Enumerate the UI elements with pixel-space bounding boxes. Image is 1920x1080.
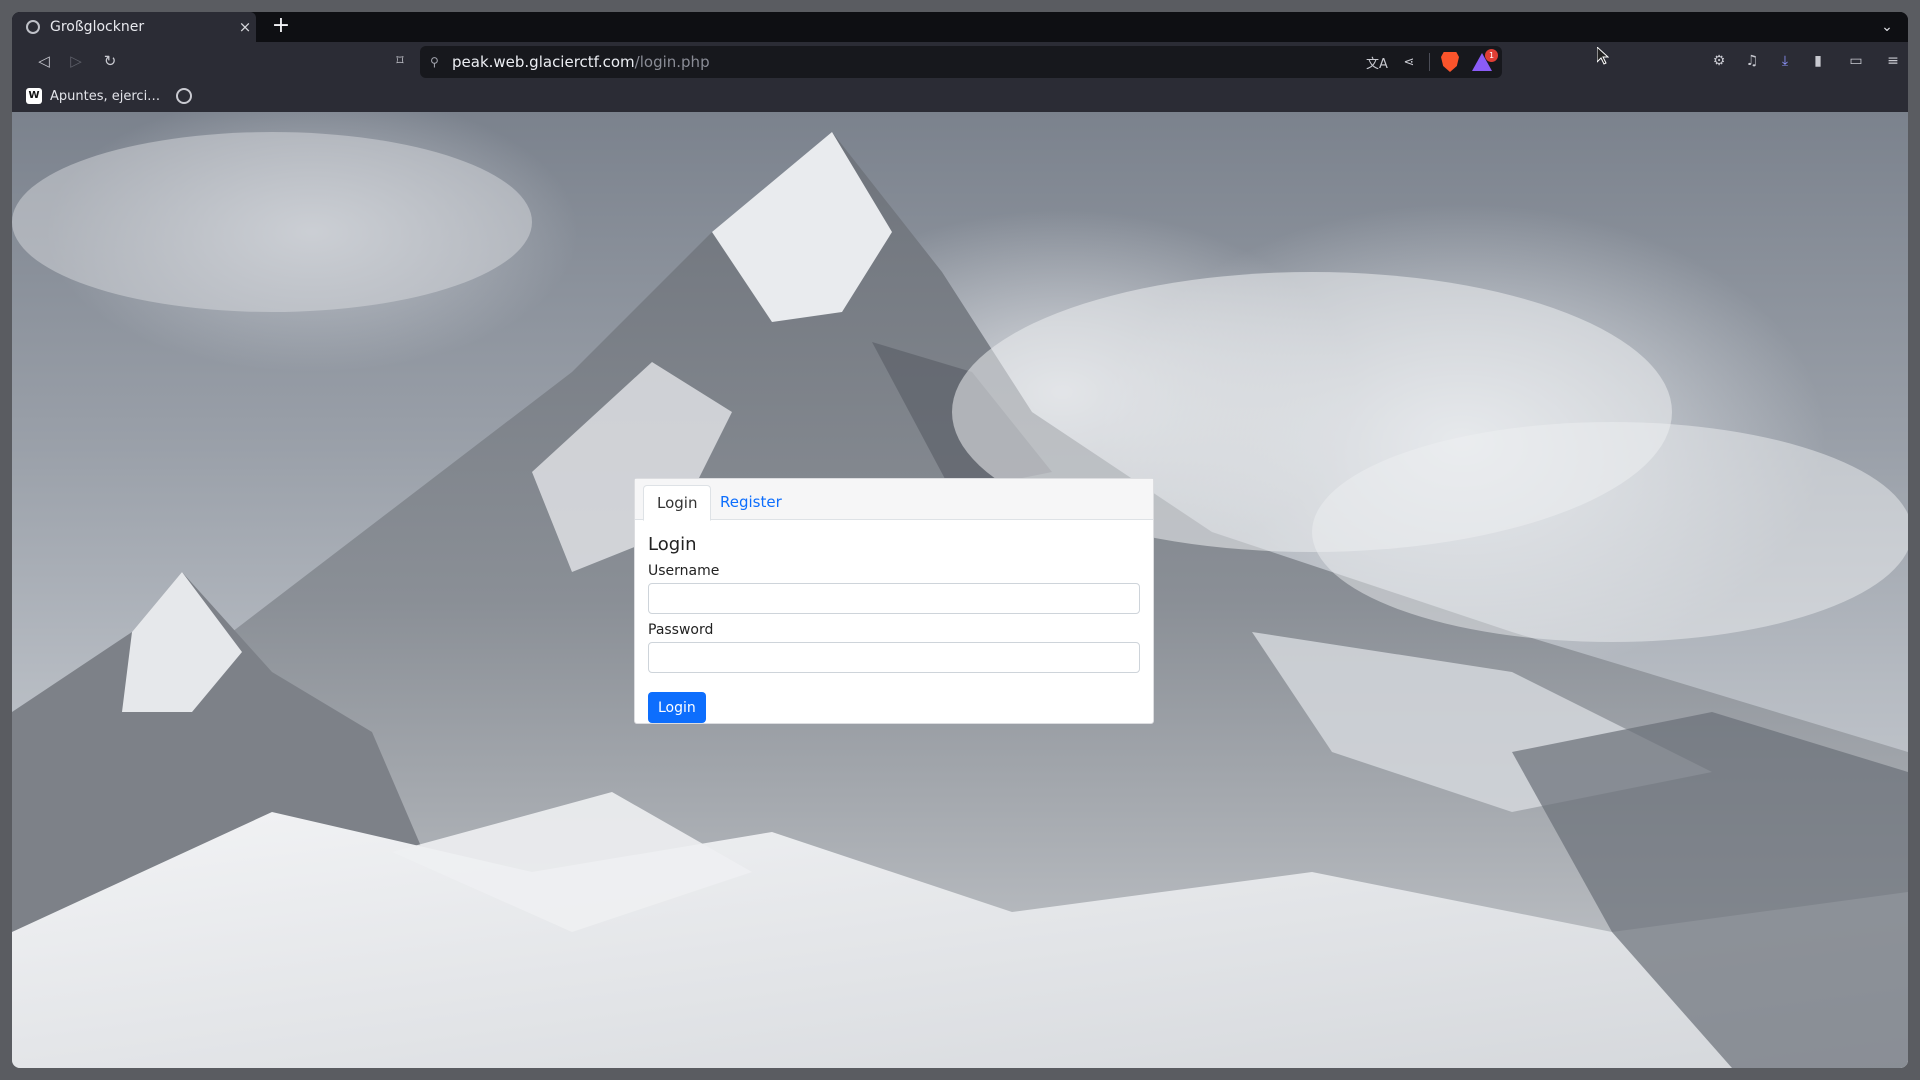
extensions-icon[interactable]: ⚙ xyxy=(1706,49,1732,73)
bookmark-page-icon[interactable]: ⌑ xyxy=(388,49,412,73)
close-tab-icon[interactable]: × xyxy=(234,18,256,36)
browser-tab[interactable]: Großglockner × xyxy=(12,12,256,42)
username-input[interactable] xyxy=(648,583,1140,614)
url-host: peak.web.glacierctf.com xyxy=(452,53,635,71)
password-input[interactable] xyxy=(648,642,1140,673)
brave-shields-icon[interactable] xyxy=(1441,52,1459,72)
tab-register[interactable]: Register xyxy=(707,485,795,521)
mouse-cursor-icon xyxy=(1597,47,1609,65)
download-icon[interactable]: ⤓ xyxy=(1772,49,1798,73)
bookmark-favicon: W xyxy=(26,88,42,104)
tab-list-icon[interactable]: ⌄ xyxy=(1876,16,1898,38)
forward-icon[interactable]: ▷ xyxy=(64,49,88,73)
bookmarks-bar: W Apuntes, ejerci… xyxy=(12,80,1908,112)
reload-icon[interactable]: ↻ xyxy=(98,49,122,73)
site-info-icon[interactable]: ⚲ xyxy=(430,55,452,69)
globe-icon[interactable] xyxy=(176,88,193,104)
auth-tabs: Login Register xyxy=(635,479,1153,521)
form-heading: Login xyxy=(648,534,697,555)
share-icon[interactable]: ⋖ xyxy=(1393,55,1425,70)
tab-title: Großglockner xyxy=(50,19,145,35)
separator xyxy=(1429,53,1430,71)
menu-icon[interactable]: ≡ xyxy=(1880,49,1906,73)
password-label: Password xyxy=(648,622,714,638)
bookmark-item[interactable]: W Apuntes, ejerci… xyxy=(26,88,160,104)
auth-card: Login Register Login Username Password L… xyxy=(634,478,1154,724)
bookmark-label: Apuntes, ejerci… xyxy=(50,88,161,104)
login-button[interactable]: Login xyxy=(648,692,706,723)
tab-login[interactable]: Login xyxy=(643,485,712,521)
translate-icon[interactable]: 文A xyxy=(1361,53,1393,72)
browser-window: Großglockner × + ⌄ ◁ ▷ ↻ ⌑ ⚲ peak.web.gl… xyxy=(12,12,1908,1068)
toolbar: ◁ ▷ ↻ ⌑ ⚲ peak.web.glacierctf.com/login.… xyxy=(12,42,1908,80)
tab-strip: Großglockner × + ⌄ xyxy=(12,12,1908,42)
globe-icon xyxy=(26,20,40,34)
brave-rewards-icon[interactable]: 1 xyxy=(1472,49,1498,71)
address-bar[interactable]: ⚲ peak.web.glacierctf.com/login.php 文A ⋖… xyxy=(420,46,1502,78)
rewards-badge: 1 xyxy=(1485,49,1498,62)
url-text[interactable]: peak.web.glacierctf.com/login.php xyxy=(452,53,1361,71)
page-viewport: Login Register Login Username Password L… xyxy=(12,112,1908,1068)
media-icon[interactable]: ♫ xyxy=(1739,49,1765,73)
new-tab-button[interactable]: + xyxy=(268,14,294,40)
login-form: Login Username Password Login xyxy=(635,520,1153,735)
wallet-icon[interactable]: ▭ xyxy=(1843,49,1869,73)
sidebar-icon[interactable]: ▮ xyxy=(1805,49,1831,73)
username-label: Username xyxy=(648,563,720,579)
back-icon[interactable]: ◁ xyxy=(32,49,56,73)
url-path: /login.php xyxy=(634,53,710,71)
